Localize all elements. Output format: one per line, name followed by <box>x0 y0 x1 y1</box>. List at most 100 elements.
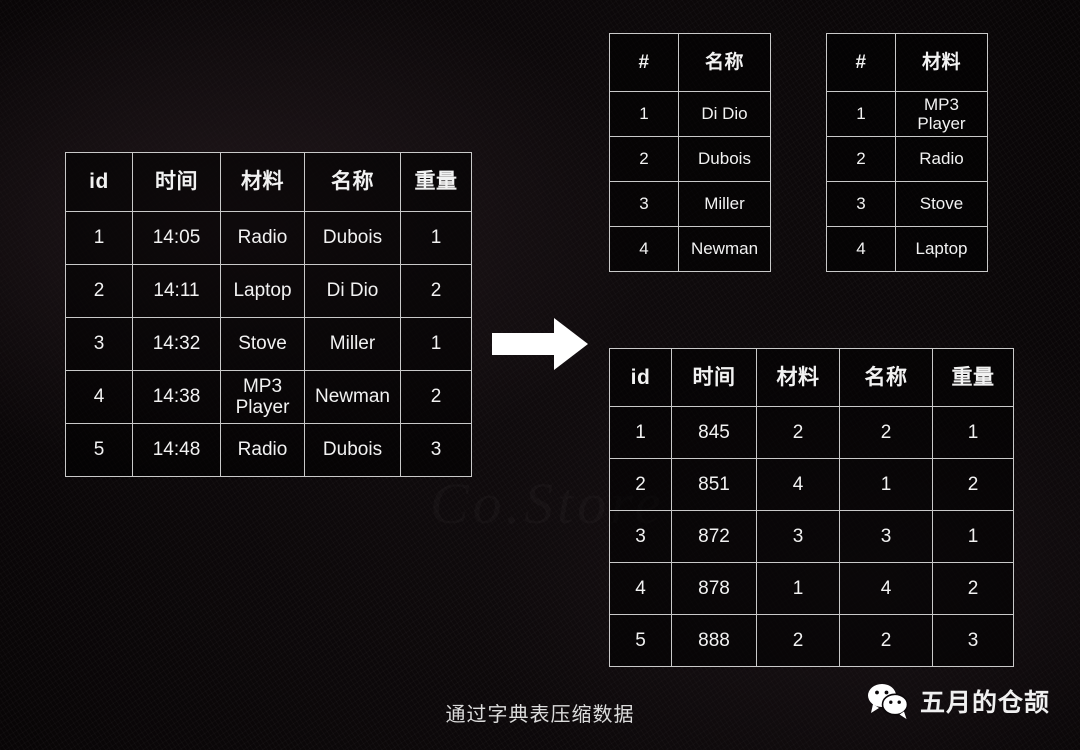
cell-id: 5 <box>65 423 133 477</box>
cell-material: 2 <box>756 406 840 459</box>
column-header-time: 时间 <box>132 152 221 212</box>
cell-material: Laptop <box>895 226 988 272</box>
cell-name: 3 <box>839 510 933 563</box>
table-row: 4 14:38 MP3 Player Newman 2 <box>65 370 472 424</box>
column-header-name: 名称 <box>839 348 933 407</box>
cell-time: 14:05 <box>132 211 221 265</box>
cell-index: 1 <box>826 91 896 137</box>
flow-arrow-icon <box>492 318 588 370</box>
table-row: 3 14:32 Stove Miller 1 <box>65 317 472 371</box>
cell-weight: 2 <box>932 562 1014 615</box>
cell-weight: 1 <box>400 317 472 371</box>
cell-name: Miller <box>304 317 401 371</box>
cell-weight: 2 <box>400 370 472 424</box>
cell-material: Laptop <box>220 264 305 318</box>
table-row: 4 Newman <box>609 226 771 272</box>
cell-material: Stove <box>895 181 988 227</box>
table-row: 1 14:05 Radio Dubois 1 <box>65 211 472 265</box>
table-header-row: id 时间 材料 名称 重量 <box>65 152 472 212</box>
cell-id: 1 <box>65 211 133 265</box>
cell-time: 845 <box>671 406 757 459</box>
cell-name: Newman <box>304 370 401 424</box>
channel-name: 五月的仓颉 <box>920 689 1051 717</box>
cell-index: 2 <box>826 136 896 182</box>
cell-material: Radio <box>895 136 988 182</box>
table-row: 4 Laptop <box>826 226 988 272</box>
table-header-row: id 时间 材料 名称 重量 <box>609 348 1014 407</box>
cell-id: 2 <box>65 264 133 318</box>
source-data-table: id 时间 材料 名称 重量 1 14:05 Radio Dubois 1 2 … <box>65 152 472 477</box>
cell-material: 1 <box>756 562 840 615</box>
cell-name: 2 <box>839 614 933 667</box>
cell-index: 3 <box>826 181 896 227</box>
column-header-name: 名称 <box>678 33 771 92</box>
table-row: 2 Dubois <box>609 136 771 182</box>
table-row: 5 14:48 Radio Dubois 3 <box>65 423 472 477</box>
channel-logo: 五月的仓颉 <box>866 682 1050 720</box>
column-header-index: # <box>609 33 679 92</box>
wechat-icon <box>868 684 909 719</box>
cell-time: 14:11 <box>132 264 221 318</box>
table-row: 2 851 4 1 2 <box>609 458 1014 511</box>
cell-time: 888 <box>671 614 757 667</box>
cell-index: 1 <box>609 91 679 137</box>
cell-name: 4 <box>839 562 933 615</box>
cell-name: Di Dio <box>678 91 771 137</box>
table-header-row: # 名称 <box>609 33 771 92</box>
cell-material: MP3 Player <box>895 91 988 137</box>
cell-id: 5 <box>609 614 672 667</box>
cell-weight: 2 <box>932 458 1014 511</box>
table-header-row: # 材料 <box>826 33 988 92</box>
cell-time: 14:32 <box>132 317 221 371</box>
cell-weight: 3 <box>400 423 472 477</box>
cell-id: 4 <box>65 370 133 424</box>
cell-name: 2 <box>839 406 933 459</box>
cell-name: Newman <box>678 226 771 272</box>
slide-canvas: Co.Store id 时间 材料 名称 重量 1 14:05 Radio Du… <box>0 0 1080 750</box>
table-row: 1 MP3 Player <box>826 91 988 137</box>
table-row: 4 878 1 4 2 <box>609 562 1014 615</box>
cell-material: 2 <box>756 614 840 667</box>
table-row: 1 845 2 2 1 <box>609 406 1014 459</box>
column-header-material: 材料 <box>895 33 988 92</box>
column-header-id: id <box>609 348 672 407</box>
table-row: 3 Stove <box>826 181 988 227</box>
cell-id: 1 <box>609 406 672 459</box>
cell-weight: 2 <box>400 264 472 318</box>
cell-material: Radio <box>220 423 305 477</box>
cell-weight: 1 <box>932 406 1014 459</box>
cell-name: Dubois <box>304 423 401 477</box>
cell-id: 4 <box>609 562 672 615</box>
cell-id: 2 <box>609 458 672 511</box>
column-header-index: # <box>826 33 896 92</box>
cell-time: 851 <box>671 458 757 511</box>
name-dictionary-table: # 名称 1 Di Dio 2 Dubois 3 Miller 4 Newman <box>609 33 771 272</box>
cell-index: 4 <box>609 226 679 272</box>
column-header-weight: 重量 <box>932 348 1014 407</box>
table-row: 3 872 3 3 1 <box>609 510 1014 563</box>
table-row: 1 Di Dio <box>609 91 771 137</box>
cell-name: Dubois <box>678 136 771 182</box>
column-header-weight: 重量 <box>400 152 472 212</box>
cell-index: 2 <box>609 136 679 182</box>
cell-weight: 1 <box>400 211 472 265</box>
table-row: 3 Miller <box>609 181 771 227</box>
cell-name: Di Dio <box>304 264 401 318</box>
cell-material: Stove <box>220 317 305 371</box>
table-row: 5 888 2 2 3 <box>609 614 1014 667</box>
material-dictionary-table: # 材料 1 MP3 Player 2 Radio 3 Stove 4 Lapt… <box>826 33 988 272</box>
table-row: 2 14:11 Laptop Di Dio 2 <box>65 264 472 318</box>
cell-name: Dubois <box>304 211 401 265</box>
cell-material: 4 <box>756 458 840 511</box>
cell-material: 3 <box>756 510 840 563</box>
column-header-material: 材料 <box>756 348 840 407</box>
cell-name: 1 <box>839 458 933 511</box>
cell-weight: 3 <box>932 614 1014 667</box>
column-header-name: 名称 <box>304 152 401 212</box>
cell-index: 4 <box>826 226 896 272</box>
cell-material: MP3 Player <box>220 370 305 424</box>
cell-material: Radio <box>220 211 305 265</box>
column-header-material: 材料 <box>220 152 305 212</box>
cell-time: 878 <box>671 562 757 615</box>
column-header-time: 时间 <box>671 348 757 407</box>
